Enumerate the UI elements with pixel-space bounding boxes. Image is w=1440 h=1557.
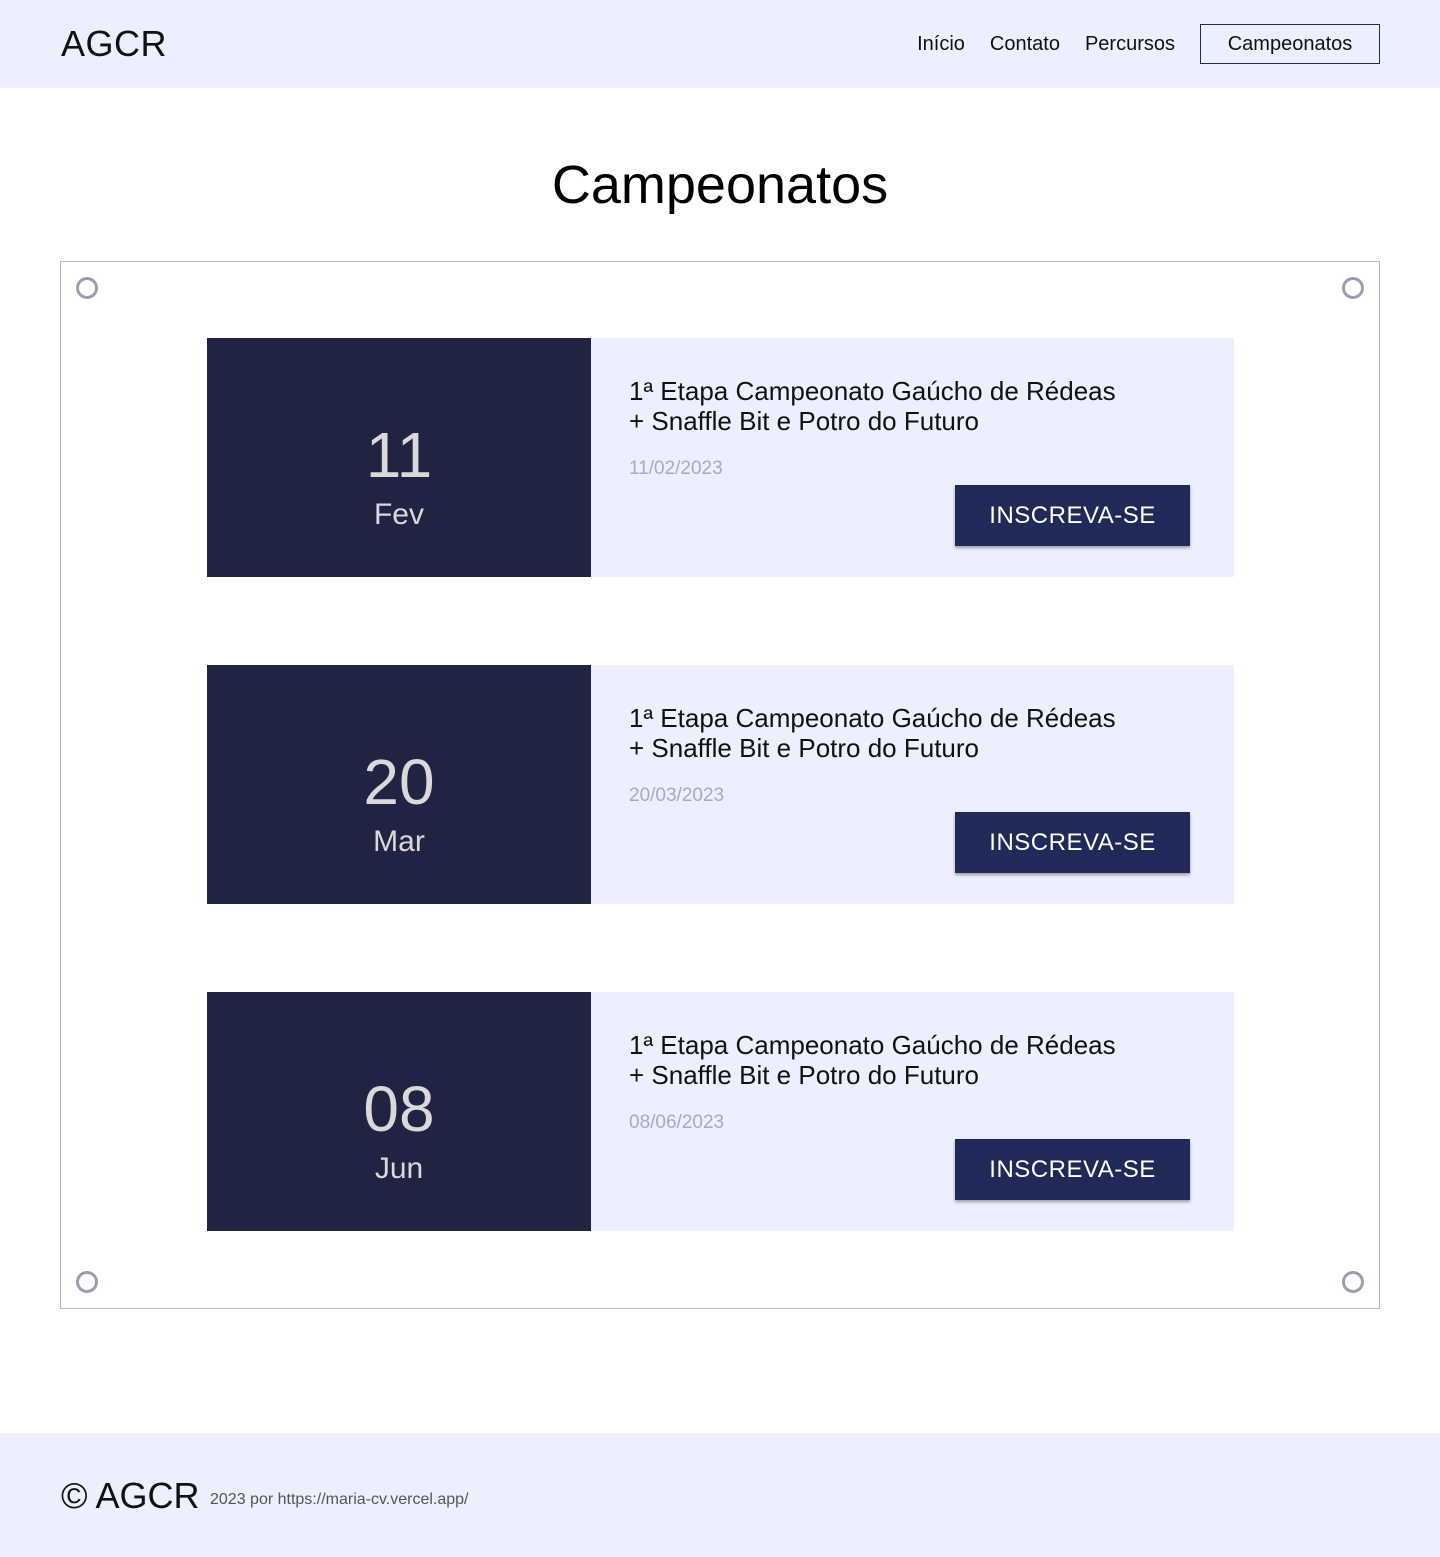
event-date-panel: 20 Mar: [207, 665, 591, 904]
event-title: 1ª Etapa Campeonato Gaúcho de Rédeas + S…: [629, 703, 1149, 763]
event-full-date: 20/03/2023: [629, 785, 725, 806]
event-full-date: 08/06/2023: [629, 1112, 725, 1133]
event-month: Mar: [373, 825, 425, 858]
event-title-line-1: 1ª Etapa Campeonato Gaúcho de Rédeas: [629, 1030, 1116, 1060]
event-day: 08: [363, 1073, 435, 1145]
carousel-handle-top-right[interactable]: [1342, 277, 1364, 299]
nav-link-campeonatos[interactable]: Campeonatos: [1200, 24, 1380, 64]
event-full-date: 11/02/2023: [629, 458, 723, 479]
event-title-line-1: 1ª Etapa Campeonato Gaúcho de Rédeas: [629, 376, 1116, 406]
nav-link-inicio[interactable]: Início: [917, 24, 965, 64]
register-button[interactable]: INSCREVA-SE: [955, 812, 1190, 873]
event-details: 1ª Etapa Campeonato Gaúcho de Rédeas + S…: [591, 338, 1234, 577]
event-date-panel: 08 Jun: [207, 992, 591, 1231]
event-card: 20 Mar 1ª Etapa Campeonato Gaúcho de Réd…: [207, 665, 1234, 904]
site-footer: © AGCR 2023 por https://maria-cv.vercel.…: [0, 1433, 1440, 1557]
event-card: 11 Fev 1ª Etapa Campeonato Gaúcho de Réd…: [207, 338, 1234, 577]
event-details: 1ª Etapa Campeonato Gaúcho de Rédeas + S…: [591, 665, 1234, 904]
event-details: 1ª Etapa Campeonato Gaúcho de Rédeas + S…: [591, 992, 1234, 1231]
nav-link-contato[interactable]: Contato: [990, 24, 1060, 64]
footer-copyright: © AGCR: [61, 1475, 200, 1516]
main-nav: Início Contato Percursos Campeonatos: [892, 24, 1380, 64]
event-title-line-2: + Snaffle Bit e Potro do Futuro: [629, 406, 980, 436]
event-day: 11: [365, 419, 433, 491]
event-day: 20: [363, 746, 435, 818]
register-button[interactable]: INSCREVA-SE: [955, 485, 1190, 546]
carousel-handle-bottom-right[interactable]: [1342, 1271, 1364, 1293]
site-logo[interactable]: AGCR: [61, 24, 167, 64]
footer-credit-link[interactable]: 2023 por https://maria-cv.vercel.app/: [210, 1490, 469, 1510]
event-title-line-1: 1ª Etapa Campeonato Gaúcho de Rédeas: [629, 703, 1116, 733]
event-title-line-2: + Snaffle Bit e Potro do Futuro: [629, 733, 980, 763]
event-title-line-2: + Snaffle Bit e Potro do Futuro: [629, 1060, 980, 1090]
event-month: Jun: [374, 1152, 424, 1185]
register-button[interactable]: INSCREVA-SE: [955, 1139, 1190, 1200]
event-card: 08 Jun 1ª Etapa Campeonato Gaúcho de Réd…: [207, 992, 1234, 1231]
carousel-handle-top-left[interactable]: [76, 277, 98, 299]
event-title: 1ª Etapa Campeonato Gaúcho de Rédeas + S…: [629, 1030, 1149, 1090]
event-date-panel: 11 Fev: [207, 338, 591, 577]
event-title: 1ª Etapa Campeonato Gaúcho de Rédeas + S…: [629, 376, 1149, 436]
carousel-handle-bottom-left[interactable]: [76, 1271, 98, 1293]
event-month: Fev: [373, 498, 424, 531]
page-title: Campeonatos: [551, 155, 889, 215]
events-carousel[interactable]: 11 Fev 1ª Etapa Campeonato Gaúcho de Réd…: [60, 261, 1380, 1309]
site-header: AGCR Início Contato Percursos Campeonato…: [0, 0, 1440, 88]
nav-link-percursos[interactable]: Percursos: [1085, 24, 1175, 64]
